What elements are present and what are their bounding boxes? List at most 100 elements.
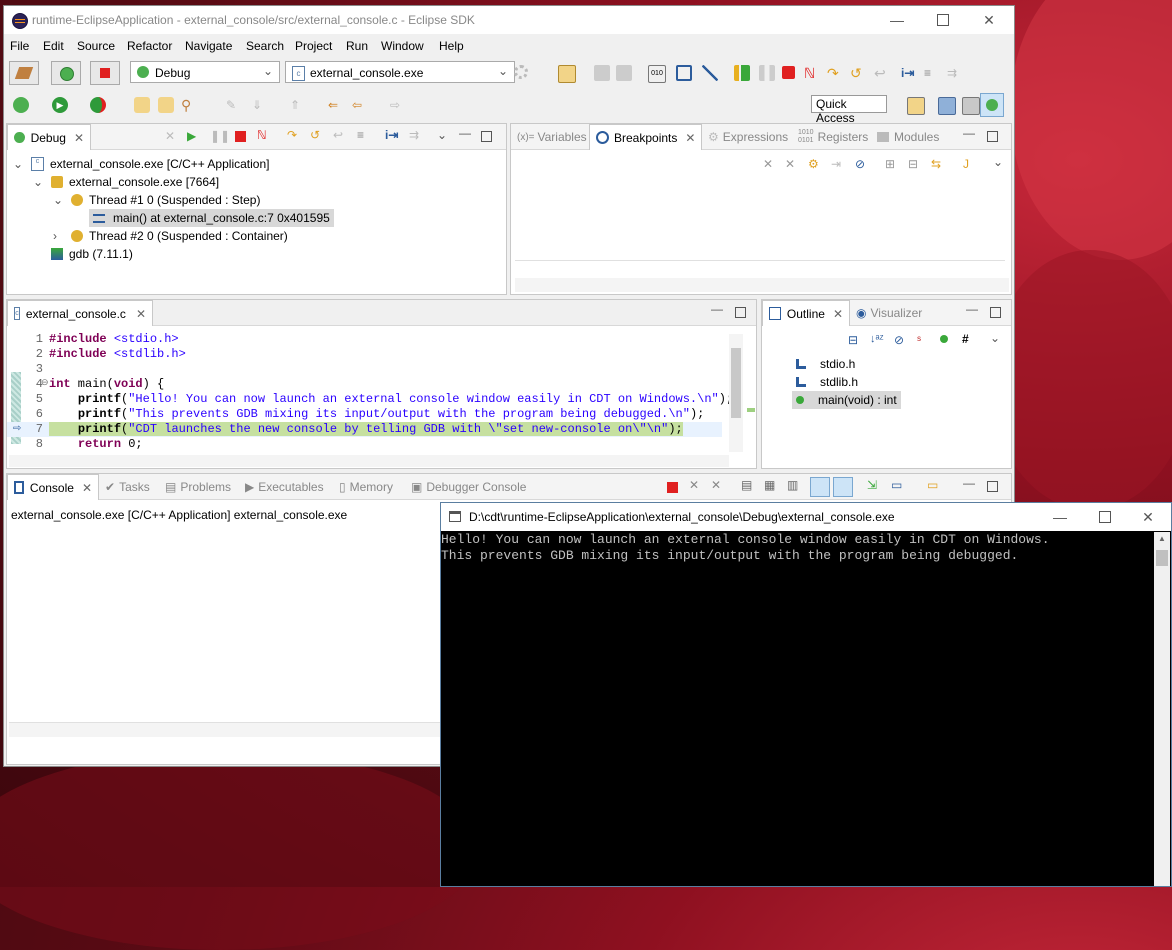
maximize-view-icon[interactable] bbox=[987, 481, 998, 492]
tab-executables[interactable]: ▶ Executables bbox=[245, 474, 324, 500]
last-edit-icon[interactable]: ⇐ bbox=[328, 97, 344, 113]
step-into-icon[interactable]: ↷ bbox=[827, 65, 843, 81]
menu-edit[interactable]: Edit bbox=[43, 39, 64, 53]
tab-external-console-c[interactable]: c external_console.c ✕ bbox=[7, 300, 153, 326]
forward-icon[interactable]: ⇨ bbox=[390, 97, 406, 113]
terminate-icon[interactable] bbox=[782, 66, 795, 79]
outline-item-stdio[interactable]: stdio.h bbox=[796, 355, 855, 373]
step-over-icon[interactable]: ↺ bbox=[850, 65, 866, 81]
view-menu-icon[interactable]: ⌄ bbox=[993, 155, 1003, 169]
show-on-output-icon[interactable] bbox=[810, 477, 830, 497]
skip-breakpoints-icon[interactable] bbox=[702, 65, 718, 81]
debug-perspective-button[interactable] bbox=[51, 61, 81, 85]
minimize-view-icon[interactable]: — bbox=[711, 302, 723, 316]
view-menu-icon[interactable]: ⌄ bbox=[437, 128, 447, 142]
pin-console-icon[interactable]: ⇲ bbox=[867, 478, 877, 492]
horizontal-scrollbar[interactable] bbox=[9, 455, 729, 467]
remove-all-launches-icon[interactable]: ✕ bbox=[711, 478, 721, 492]
collapse-all-icon[interactable]: ⊟ bbox=[848, 333, 858, 347]
tab-debug[interactable]: Debug ✕ bbox=[7, 124, 91, 150]
link-with-debug-icon[interactable]: ⇆ bbox=[931, 157, 941, 171]
drop-frame-icon[interactable]: ≡ bbox=[924, 65, 940, 81]
menu-search[interactable]: Search bbox=[246, 39, 284, 53]
display-console-icon[interactable]: ▭ bbox=[891, 478, 902, 492]
close-tab-icon[interactable]: ✕ bbox=[74, 131, 84, 145]
menu-run[interactable]: Run bbox=[346, 39, 368, 53]
launch-config-combo[interactable]: c external_console.exe ⌄ bbox=[285, 61, 515, 83]
new-icon[interactable] bbox=[558, 65, 576, 83]
menu-project[interactable]: Project bbox=[295, 39, 332, 53]
tab-memory[interactable]: ▯ Memory bbox=[339, 474, 393, 500]
word-wrap-icon[interactable]: ▥ bbox=[787, 478, 798, 492]
tree-item-thread-1[interactable]: ⌄ Thread #1 0 (Suspended : Step) bbox=[53, 191, 260, 209]
terminate-icon[interactable] bbox=[667, 482, 678, 493]
debug-perspective-active[interactable] bbox=[980, 93, 1004, 117]
instruction-step-icon[interactable]: i⇥ bbox=[385, 128, 398, 142]
binary-icon[interactable]: 010 bbox=[648, 65, 666, 83]
tree-item-gdb[interactable]: gdb (7.11.1) bbox=[51, 245, 133, 263]
tree-item-launch[interactable]: ⌄ c external_console.exe [C/C++ Applicat… bbox=[13, 155, 269, 173]
hide-macros-icon[interactable]: # bbox=[962, 332, 969, 346]
menu-refactor[interactable]: Refactor bbox=[127, 39, 172, 53]
tab-variables[interactable]: (x)= Variables bbox=[517, 124, 587, 150]
maximize-button[interactable] bbox=[920, 6, 966, 34]
open-console-icon[interactable]: ▭ bbox=[927, 478, 938, 492]
maximize-view-icon[interactable] bbox=[481, 131, 492, 142]
build-button[interactable] bbox=[9, 61, 39, 85]
show-supported-icon[interactable]: ⚙ bbox=[808, 157, 819, 171]
tab-modules[interactable]: Modules bbox=[877, 124, 939, 150]
tab-outline[interactable]: Outline ✕ bbox=[762, 300, 850, 326]
expand-all-icon[interactable]: ⊞ bbox=[885, 157, 895, 171]
minimize-view-icon[interactable]: — bbox=[963, 476, 975, 490]
menu-source[interactable]: Source bbox=[77, 39, 115, 53]
outline-item-stdlib[interactable]: stdlib.h bbox=[796, 373, 858, 391]
chevron-right-icon[interactable]: › bbox=[53, 229, 67, 243]
chevron-down-icon[interactable]: ⌄ bbox=[13, 157, 27, 171]
menu-window[interactable]: Window bbox=[381, 39, 424, 53]
quick-access-field[interactable]: Quick Access bbox=[811, 95, 887, 125]
collapse-all-icon[interactable]: ⊟ bbox=[908, 157, 918, 171]
minimize-view-icon[interactable]: — bbox=[963, 126, 975, 140]
step-into-icon[interactable]: ↷ bbox=[287, 128, 297, 142]
horizontal-scrollbar[interactable] bbox=[515, 278, 1009, 292]
hide-static-icon[interactable]: ˢ bbox=[917, 333, 921, 347]
step-filters-icon[interactable]: ⇉ bbox=[409, 128, 419, 142]
hide-nonpublic-icon[interactable] bbox=[940, 335, 948, 343]
suspend-icon[interactable]: ❚❚ bbox=[210, 129, 230, 143]
tab-visualizer[interactable]: ◉ Visualizer bbox=[856, 300, 922, 326]
maximize-view-icon[interactable] bbox=[735, 307, 746, 318]
show-on-error-icon[interactable] bbox=[833, 477, 853, 497]
minimize-button[interactable]: — bbox=[874, 6, 920, 34]
save-icon[interactable] bbox=[594, 65, 610, 81]
minimize-view-icon[interactable]: — bbox=[459, 126, 471, 140]
instruction-step-icon[interactable]: i⇥ bbox=[901, 65, 917, 81]
outline-item-main[interactable]: main(void) : int bbox=[792, 391, 901, 409]
code-area[interactable]: 1 #include <stdio.h> 2 #include <stdlib.h>… bbox=[7, 328, 730, 454]
close-tab-icon[interactable]: ✕ bbox=[136, 307, 146, 321]
menu-help[interactable]: Help bbox=[439, 39, 464, 53]
disconnect-icon[interactable]: ℕ bbox=[804, 65, 820, 81]
tab-console[interactable]: Console ✕ bbox=[7, 474, 99, 500]
open-perspective-icon[interactable] bbox=[907, 97, 925, 115]
terminate-icon[interactable] bbox=[235, 131, 246, 142]
run-last-icon[interactable] bbox=[90, 97, 106, 113]
tree-item-process[interactable]: ⌄ external_console.exe [7664] bbox=[33, 173, 219, 191]
remove-all-breakpoints-icon[interactable]: ✕ bbox=[785, 157, 795, 171]
tab-tasks[interactable]: ✔ Tasks bbox=[105, 474, 150, 500]
tab-problems[interactable]: ▤ Problems bbox=[165, 474, 231, 500]
pen-icon[interactable]: ✎ bbox=[226, 97, 242, 113]
hide-fields-icon[interactable]: ⊘ bbox=[894, 333, 904, 347]
minimize-view-icon[interactable]: — bbox=[966, 302, 978, 316]
vertical-scrollbar[interactable] bbox=[729, 334, 743, 452]
remove-launch-icon[interactable]: ✕ bbox=[689, 478, 699, 492]
scroll-up-icon[interactable]: ▲ bbox=[1158, 534, 1166, 543]
tab-debugger-console[interactable]: ▣ Debugger Console bbox=[411, 474, 526, 500]
resume-icon[interactable]: ▶ bbox=[187, 129, 196, 143]
maximize-view-icon[interactable] bbox=[987, 131, 998, 142]
tab-registers[interactable]: 1010 0101 Registers bbox=[798, 124, 868, 150]
display-icon[interactable] bbox=[676, 65, 692, 81]
back-icon[interactable]: ⇦ bbox=[352, 97, 368, 113]
close-tab-icon[interactable]: ✕ bbox=[685, 131, 695, 145]
close-tab-icon[interactable]: ✕ bbox=[82, 481, 92, 495]
tree-item-thread-2[interactable]: › Thread #2 0 (Suspended : Container) bbox=[53, 227, 288, 245]
